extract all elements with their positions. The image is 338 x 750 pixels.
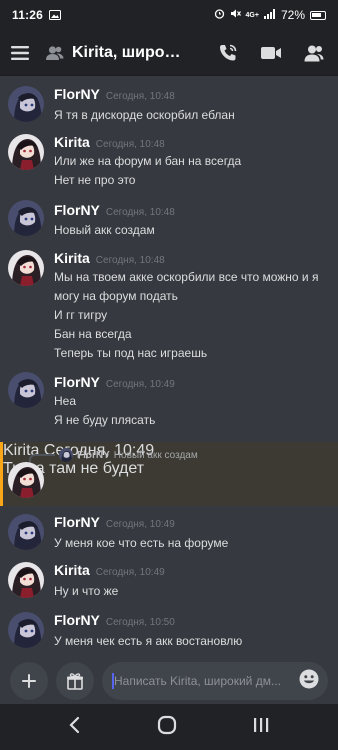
message-timestamp: Сегодня, 10:49	[105, 519, 175, 530]
message-text: Я тя в дискорде оскорбил еблан	[54, 108, 235, 122]
emoji-icon[interactable]	[298, 668, 320, 695]
message-author[interactable]: FlorNY	[54, 202, 100, 218]
voice-call-icon[interactable]	[218, 43, 238, 63]
message-text: Или же на форум и бан на всегда	[54, 154, 242, 168]
message-text: Нет не про это	[54, 173, 136, 187]
message-item[interactable]: FlorNY Сегодня, 10:49 У меня кое что ест…	[0, 512, 338, 560]
dm-user-icon	[46, 45, 64, 61]
message-timestamp: Сегодня, 10:48	[95, 255, 165, 266]
message-timestamp: Сегодня, 10:48	[105, 207, 175, 218]
battery-percent: 72%	[280, 8, 305, 22]
avatar-kirita[interactable]	[8, 134, 44, 170]
channel-header: Kirita, широ…	[0, 30, 338, 76]
message-author[interactable]: Kirita	[54, 562, 90, 578]
message-text: Неа	[54, 394, 77, 408]
network-type: 4G+	[245, 11, 259, 19]
message-item[interactable]: Kirita Сегодня, 10:49 Ну и что же	[0, 560, 338, 608]
home-icon[interactable]	[157, 715, 177, 740]
message-item[interactable]: Kirita Сегодня, 10:48 Или же на форум и …	[0, 130, 338, 190]
avatar-kirita[interactable]	[8, 462, 44, 498]
message-item[interactable]: FlorNY Сегодня, 10:49 Неа Я не буду пляс…	[0, 366, 338, 434]
message-text: Я не буду плясать	[54, 413, 156, 427]
back-icon[interactable]	[68, 716, 82, 739]
message-timestamp: Сегодня, 10:49	[105, 379, 175, 390]
message-author[interactable]: Kirita	[54, 134, 90, 150]
avatar-florny[interactable]	[8, 514, 44, 550]
add-attachment-button[interactable]	[10, 662, 48, 700]
reply-text: Новый акк создам	[113, 449, 198, 461]
avatar-florny[interactable]	[8, 612, 44, 648]
gift-icon	[67, 673, 83, 690]
member-list-icon[interactable]	[304, 44, 324, 62]
reply-avatar	[59, 448, 73, 462]
message-item[interactable]: Kirita Сегодня, 10:48 Мы на твоем акке о…	[0, 246, 338, 364]
video-call-icon[interactable]	[260, 45, 282, 61]
message-author[interactable]: FlorNY	[54, 374, 100, 390]
reply-author[interactable]: FlorNY	[77, 450, 110, 461]
system-navigation-bar	[0, 704, 338, 750]
message-author[interactable]: FlorNY	[54, 86, 100, 102]
message-timestamp: Сегодня, 10:48	[95, 139, 165, 150]
message-text: Теперь ты под нас играешь	[54, 346, 208, 360]
message-text: Ну и что же	[54, 584, 119, 598]
avatar-kirita[interactable]	[8, 250, 44, 286]
message-author[interactable]: FlorNY	[54, 514, 100, 530]
channel-title[interactable]: Kirita, широ…	[72, 44, 181, 62]
message-input[interactable]	[114, 674, 298, 688]
message-timestamp: Сегодня, 10:49	[95, 567, 165, 578]
status-time: 11:26	[12, 8, 44, 22]
reply-message-item[interactable]: FlorNY Новый акк создам Kirita Сегодня, …	[0, 442, 338, 506]
message-text: И гг тигру	[54, 308, 108, 322]
message-author[interactable]: FlorNY	[54, 612, 100, 628]
message-text: Мы на твоем акке оскорбили все что можно…	[54, 270, 319, 284]
mute-icon	[230, 8, 241, 22]
message-text: У меня кое что есть на форуме	[54, 536, 229, 550]
message-text: могу на форум подать	[54, 289, 178, 303]
gift-button[interactable]	[56, 662, 94, 700]
hamburger-menu-icon[interactable]	[10, 45, 30, 61]
avatar-florny[interactable]	[8, 86, 44, 122]
message-input-container[interactable]	[102, 662, 328, 700]
recent-apps-icon[interactable]	[252, 716, 270, 739]
message-item[interactable]: FlorNY Сегодня, 10:50 У меня чек есть я …	[0, 608, 338, 656]
reply-reference[interactable]: FlorNY Новый акк создам	[59, 448, 198, 462]
message-timestamp: Сегодня, 10:48	[105, 91, 175, 102]
avatar-kirita[interactable]	[8, 562, 44, 598]
avatar-florny[interactable]	[8, 372, 44, 408]
avatar-florny[interactable]	[8, 200, 44, 236]
gallery-notification-icon	[49, 10, 62, 20]
message-text: Бан на всегда	[54, 327, 132, 341]
battery-icon	[310, 10, 326, 20]
alarm-icon	[214, 8, 225, 22]
message-item[interactable]: FlorNY Сегодня, 10:48 Я тя в дискорде ос…	[0, 82, 338, 130]
signal-icon	[263, 8, 276, 22]
text-caret	[112, 673, 114, 689]
message-composer	[0, 658, 338, 704]
message-item[interactable]: FlorNY Сегодня, 10:48 Новый акк создам	[0, 196, 338, 242]
status-bar: 11:26 4G+ 72%	[0, 0, 338, 30]
message-text: У меня чек есть я акк востановлю	[54, 634, 243, 648]
message-author[interactable]: Kirita	[54, 250, 90, 266]
plus-icon	[22, 674, 36, 688]
message-list[interactable]: FlorNY Сегодня, 10:48 Я тя в дискорде ос…	[0, 76, 338, 658]
message-text: Новый акк создам	[54, 223, 155, 237]
message-timestamp: Сегодня, 10:50	[105, 617, 175, 628]
